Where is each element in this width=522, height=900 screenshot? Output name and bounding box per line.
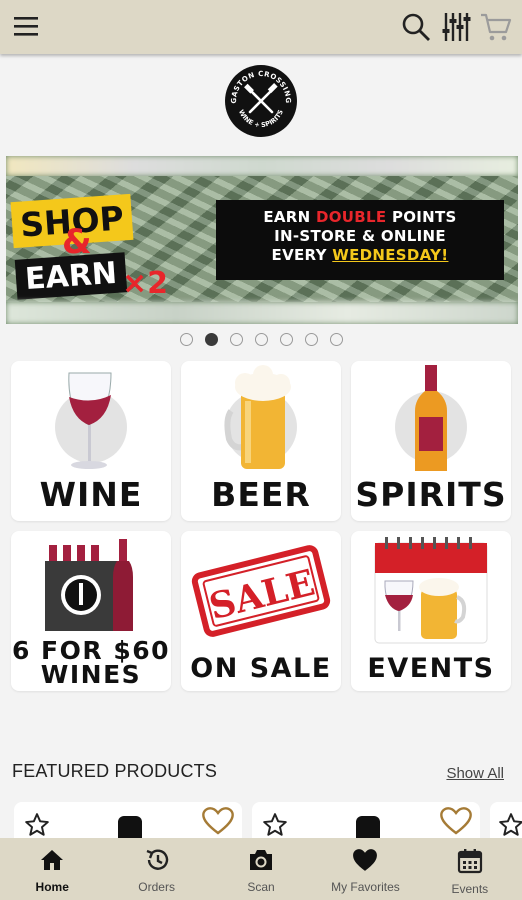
featured-products-heading: FEATURED PRODUCTS — [12, 761, 218, 781]
nav-home[interactable]: Home — [0, 838, 104, 900]
shopping-cart-icon[interactable] — [480, 10, 512, 44]
nav-label: Events — [451, 882, 489, 896]
filter-sliders-icon[interactable] — [440, 10, 472, 44]
category-label: BEER — [211, 475, 311, 514]
carousel-indicator — [0, 333, 522, 346]
nav-label: Orders — [138, 880, 175, 894]
nav-my-favorites[interactable]: My Favorites — [313, 838, 417, 900]
category-label: WINE — [39, 475, 143, 514]
carousel-dot[interactable] — [304, 333, 318, 346]
camera-icon — [247, 848, 275, 876]
nav-orders[interactable]: Orders — [104, 838, 208, 900]
category-tile-events[interactable]: EVENTS — [351, 531, 511, 691]
calendar-icon — [457, 848, 483, 878]
carousel-dot-active[interactable] — [204, 333, 218, 346]
category-label-line-2: WINES — [40, 660, 142, 689]
nav-scan[interactable]: Scan — [209, 838, 313, 900]
banner-edge — [6, 156, 518, 176]
nav-label: Home — [35, 880, 69, 894]
calendar-drinks-icon — [351, 531, 511, 651]
wine-glass-icon — [11, 361, 171, 481]
category-tile-6-for-60[interactable]: 6 FOR $60 WINES — [11, 531, 171, 691]
store-logo: GASTON CROSSING WINE + SPIRITS — [224, 64, 298, 138]
heart-icon — [352, 848, 378, 876]
carousel-dot[interactable] — [279, 333, 293, 346]
carousel-dot[interactable] — [229, 333, 243, 346]
beer-mug-icon — [181, 361, 341, 481]
nav-label: My Favorites — [331, 880, 400, 894]
home-icon — [39, 848, 65, 876]
banner-line-2: IN-STORE & ONLINE — [274, 227, 446, 245]
banner-multiplier: ×2 — [122, 266, 169, 301]
heart-icon[interactable] — [440, 806, 472, 840]
search-icon[interactable] — [400, 10, 432, 44]
hamburger-menu-icon[interactable] — [12, 14, 40, 40]
top-app-bar — [0, 0, 522, 54]
show-all-link[interactable]: Show All — [446, 765, 504, 782]
nav-events[interactable]: Events — [418, 838, 522, 900]
wine-bag-icon — [11, 531, 171, 651]
history-icon — [144, 848, 170, 876]
category-label: EVENTS — [367, 653, 495, 684]
liquor-bottle-icon — [351, 361, 511, 481]
banner-line-1: EARN DOUBLE POINTS — [263, 208, 457, 226]
nav-label: Scan — [247, 880, 275, 894]
banner-earn-text: EARN — [23, 255, 119, 297]
heart-icon[interactable] — [202, 806, 234, 840]
bottom-navigation: Home Orders Scan My Favorites Events — [0, 838, 522, 900]
banner-line-3: EVERY WEDNESDAY! — [271, 246, 449, 264]
category-tile-on-sale[interactable]: SALE ON SALE — [181, 531, 341, 691]
category-tile-wine[interactable]: WINE — [11, 361, 171, 521]
category-label: ON SALE — [190, 653, 332, 684]
category-tile-spirits[interactable]: SPIRITS — [351, 361, 511, 521]
banner-earn-badge: EARN — [14, 252, 128, 300]
banner-edge — [6, 302, 518, 324]
banner-message: EARN DOUBLE POINTS IN-STORE & ONLINE EVE… — [216, 200, 504, 280]
carousel-dot[interactable] — [329, 333, 343, 346]
promo-banner[interactable]: SHOP & EARN ×2 EARN DOUBLE POINTS IN-STO… — [6, 156, 518, 324]
carousel-dot[interactable] — [254, 333, 268, 346]
category-label: SPIRITS — [355, 475, 507, 514]
category-tile-beer[interactable]: BEER — [181, 361, 341, 521]
sale-stamp-icon: SALE — [181, 531, 341, 651]
carousel-dot[interactable] — [179, 333, 193, 346]
